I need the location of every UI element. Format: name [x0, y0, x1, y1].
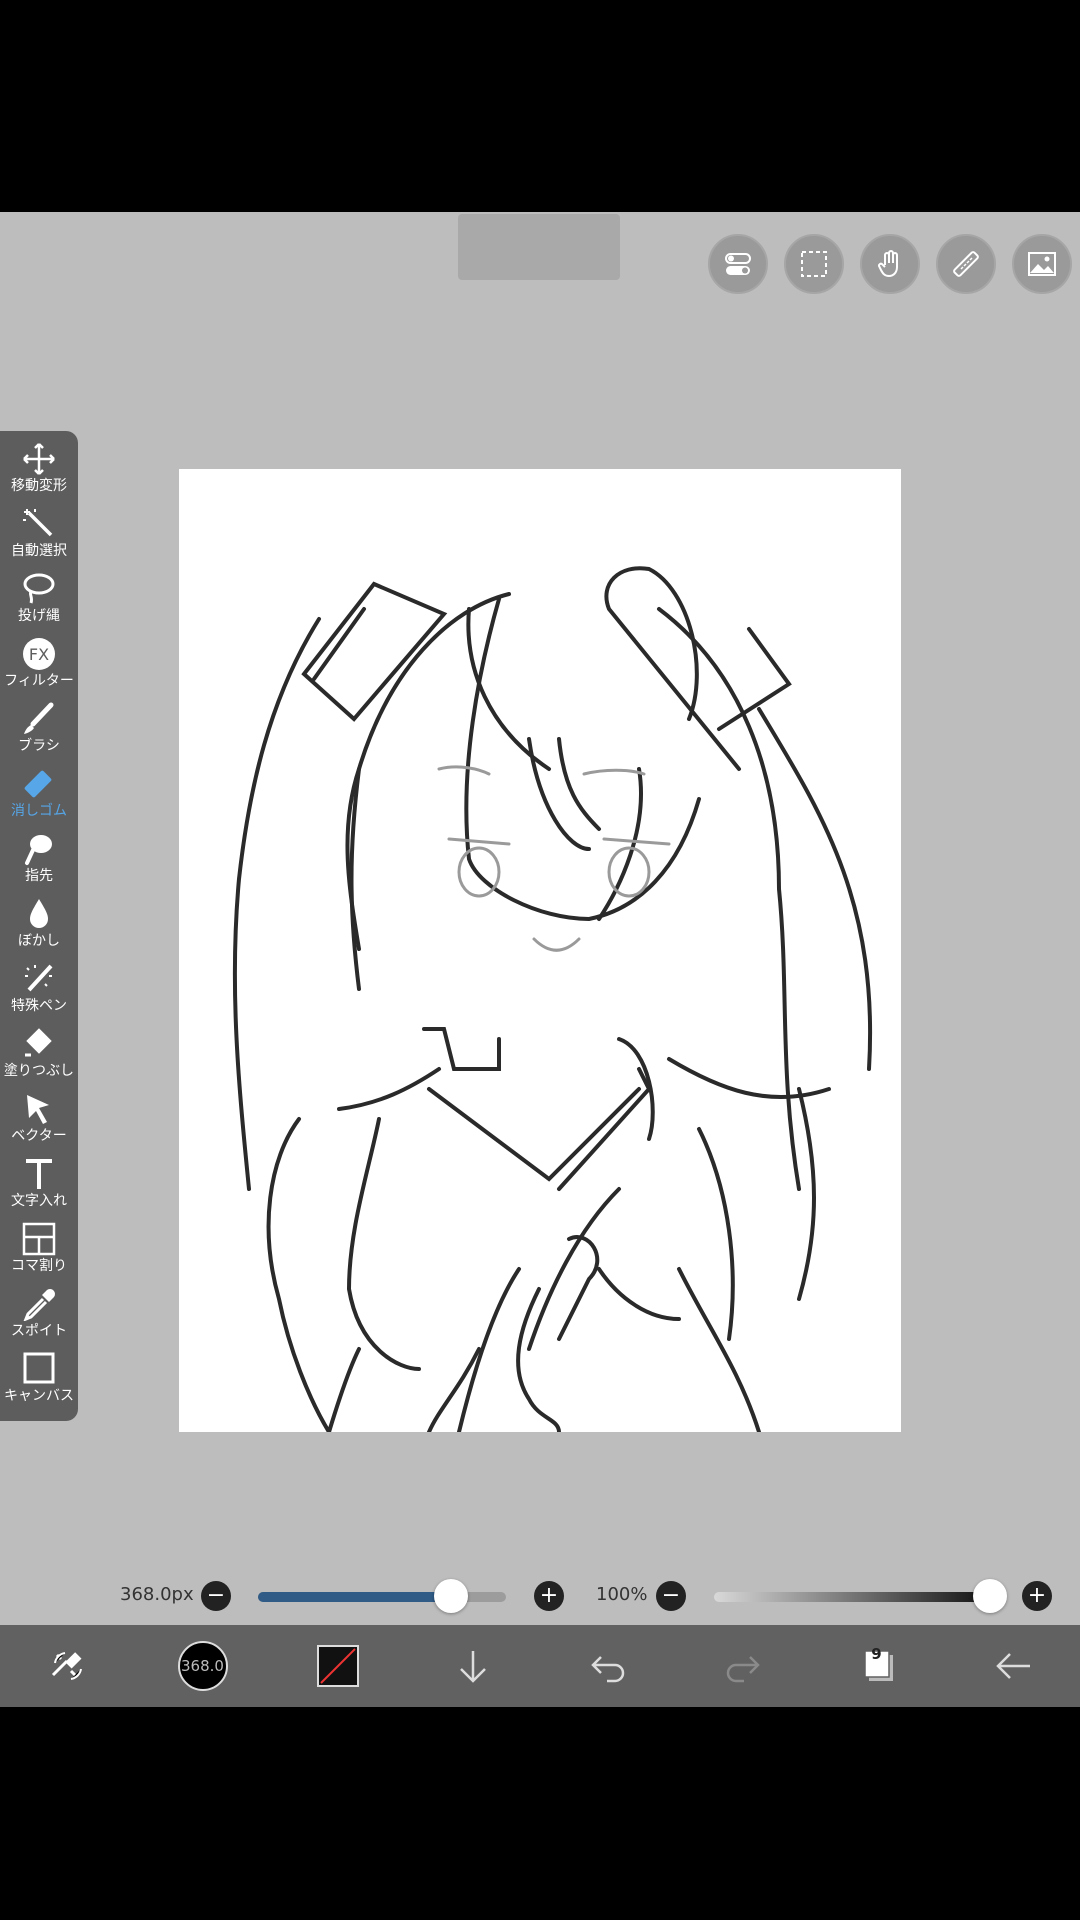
tool-frame-divider[interactable]: コマ割り — [0, 1221, 78, 1286]
eyedropper-icon — [23, 1289, 55, 1321]
opacity-plus-button[interactable]: + — [1022, 1581, 1052, 1611]
move-icon — [23, 443, 55, 475]
tool-label: ベクター — [11, 1128, 67, 1144]
sketch-drawing — [232, 566, 872, 1432]
ruler-button[interactable] — [936, 234, 996, 294]
download-button[interactable] — [433, 1631, 513, 1701]
color-slash — [319, 1648, 356, 1684]
brush-size-plus-button[interactable]: + — [534, 1581, 564, 1611]
brush-size-minus-button[interactable]: − — [201, 1581, 231, 1611]
tool-vector[interactable]: ベクター — [0, 1091, 78, 1156]
tool-label: キャンバス — [4, 1388, 74, 1404]
tool-special-pen[interactable]: 特殊ペン — [0, 961, 78, 1026]
layers-button[interactable]: 9 — [838, 1631, 918, 1701]
fx-icon: FX — [23, 638, 55, 670]
fill-icon — [25, 1028, 52, 1057]
lasso-icon — [23, 573, 55, 604]
tool-label: ブラシ — [18, 738, 60, 754]
hand-icon — [878, 250, 898, 278]
toggle-icon — [725, 253, 751, 275]
tool-label: 移動変形 — [11, 478, 67, 494]
opacity-label: 100% — [596, 1584, 648, 1605]
swap-tools-button[interactable] — [28, 1631, 108, 1701]
tool-label: 消しゴム — [11, 803, 67, 819]
tool-lasso[interactable]: 投げ縄 — [0, 571, 78, 636]
tool-transform[interactable]: 移動変形 — [0, 441, 78, 506]
eraser-icon — [24, 770, 52, 798]
swap-tools-icon — [51, 1652, 82, 1680]
opacity-track[interactable] — [714, 1592, 990, 1602]
undo-button[interactable] — [568, 1631, 648, 1701]
redo-button[interactable] — [703, 1631, 783, 1701]
brush-size-value: 368.0 — [181, 1657, 224, 1675]
tool-brush[interactable]: ブラシ — [0, 701, 78, 766]
tool-label: 指先 — [25, 868, 53, 884]
brush-size-icon: 368.0 — [177, 1641, 228, 1691]
layer-count: 9 — [871, 1645, 882, 1663]
undo-icon — [590, 1656, 624, 1683]
tool-palette: 移動変形 自動選択 投げ縄 FX フィルター ブラシ 消しゴム 指先 ぼかし 特… — [0, 431, 78, 1421]
text-icon — [26, 1159, 52, 1189]
tool-label: フィルター — [4, 673, 74, 689]
back-button[interactable] — [973, 1631, 1053, 1701]
tool-magic-wand[interactable]: 自動選択 — [0, 506, 78, 571]
ghost-button[interactable] — [458, 214, 620, 280]
smudge-icon — [25, 835, 52, 865]
tool-eraser[interactable]: 消しゴム — [0, 766, 78, 831]
tool-eyedropper[interactable]: スポイト — [0, 1286, 78, 1351]
tool-label: 自動選択 — [11, 543, 67, 559]
toggle-button[interactable] — [708, 234, 768, 294]
blur-icon — [30, 899, 48, 928]
canvas-icon — [23, 1352, 55, 1384]
tool-filter[interactable]: FX フィルター — [0, 636, 78, 701]
tool-label: 投げ縄 — [18, 608, 60, 624]
ruler-icon — [953, 251, 979, 277]
selection-button[interactable] — [784, 234, 844, 294]
selection-icon — [801, 251, 827, 277]
tool-label: 文字入れ — [11, 1193, 67, 1209]
tool-label: 塗りつぶし — [3, 1063, 75, 1079]
color-icon — [316, 1645, 359, 1687]
brush-icon — [24, 702, 54, 734]
color-button[interactable] — [298, 1631, 378, 1701]
frame-icon — [22, 1222, 56, 1256]
tool-smudge[interactable]: 指先 — [0, 831, 78, 896]
opacity-knob[interactable] — [973, 1579, 1007, 1613]
hand-button[interactable] — [860, 234, 920, 294]
brush-size-fill — [258, 1592, 452, 1602]
tool-blur[interactable]: ぼかし — [0, 896, 78, 961]
tool-label: 特殊ペン — [11, 998, 67, 1014]
special-pen-icon — [25, 964, 53, 992]
tool-label: ぼかし — [18, 933, 60, 949]
image-icon — [1028, 252, 1056, 276]
drawing-canvas[interactable] — [179, 469, 901, 1432]
download-icon — [459, 1651, 486, 1683]
magic-wand-icon — [23, 509, 53, 537]
slider-row: 368.0px − + 100% − + — [0, 1575, 1080, 1617]
cursor-icon — [27, 1095, 49, 1124]
back-icon — [995, 1653, 1030, 1679]
brush-size-track[interactable] — [258, 1592, 506, 1602]
bottom-toolbar: 368.0 9 — [0, 1625, 1080, 1707]
brush-size-label: 368.0px — [120, 1584, 194, 1605]
tool-label: コマ割り — [11, 1258, 67, 1274]
tool-canvas[interactable]: キャンバス — [0, 1351, 78, 1416]
top-tools — [708, 234, 1072, 294]
tool-label: スポイト — [11, 1323, 67, 1339]
opacity-minus-button[interactable]: − — [656, 1581, 686, 1611]
tool-fill[interactable]: 塗りつぶし — [0, 1026, 78, 1091]
tool-text[interactable]: 文字入れ — [0, 1156, 78, 1221]
brush-size-button[interactable]: 368.0 — [163, 1631, 243, 1701]
svg-text:FX: FX — [29, 645, 49, 664]
image-button[interactable] — [1012, 234, 1072, 294]
redo-icon — [726, 1656, 760, 1683]
brush-size-knob[interactable] — [434, 1579, 469, 1613]
